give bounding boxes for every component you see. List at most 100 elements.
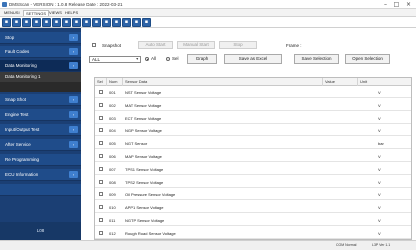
record-icon[interactable]: ▪ <box>52 18 61 27</box>
chevron-right-icon: › <box>69 34 78 41</box>
table-row[interactable]: 012 Rough Road Sensor Voltage V <box>95 228 411 239</box>
row-checkbox[interactable] <box>99 90 103 94</box>
version-label: L08 <box>36 228 45 233</box>
column-header-num[interactable]: Num <box>107 78 123 86</box>
table-row[interactable]: 004 NGP Sensor Voltage V <box>95 125 411 137</box>
exit-icon[interactable]: ▪ <box>142 18 151 27</box>
menu-tab-settings[interactable]: SETTINGS <box>23 10 50 16</box>
row-checkbox[interactable] <box>99 192 103 197</box>
sidebar-item-input-output-test[interactable]: Input/Output Test › <box>0 124 81 136</box>
cell-unit: bar <box>378 141 384 147</box>
chevron-down-icon: ▼ <box>135 57 139 61</box>
row-checkbox[interactable] <box>99 128 103 133</box>
filter-dropdown[interactable]: ALL ▼ <box>89 56 141 63</box>
sidebar-item-ecu-information[interactable]: ECU Information › <box>0 169 81 181</box>
row-checkbox[interactable] <box>99 154 103 158</box>
settings-icon[interactable]: ▪ <box>82 18 91 27</box>
table-row[interactable]: 011 NGTP Sensor Voltage V <box>95 215 411 226</box>
radio-sel[interactable] <box>166 57 170 61</box>
frame-label: Frame : <box>286 43 302 48</box>
info-icon[interactable]: ▪ <box>132 18 141 27</box>
cell-sensor-name: NGP Sensor Voltage <box>125 128 162 134</box>
snapshot-checkbox[interactable] <box>92 43 96 47</box>
cell-num: 001 <box>109 90 116 95</box>
table-row[interactable]: 002 MAT Sensor Voltage V <box>95 100 411 111</box>
row-checkbox[interactable] <box>99 166 103 171</box>
stop-button[interactable]: Stop <box>219 41 257 49</box>
sidebar-item-label: Input/Output Test <box>5 127 40 132</box>
manual-start-button[interactable]: Manual Start <box>177 41 215 49</box>
row-checkbox[interactable] <box>99 230 103 235</box>
column-header-sel[interactable]: Sel <box>95 78 107 86</box>
row-checkbox[interactable] <box>99 115 103 120</box>
export-icon[interactable]: ▪ <box>102 18 111 27</box>
sidebar-item-stop[interactable]: Stop › <box>0 32 81 44</box>
table-row[interactable]: 007 TPS1 Sensor Voltage V <box>95 164 411 175</box>
graph-button[interactable]: Graph <box>187 54 217 64</box>
minimize-button[interactable]: – <box>382 1 389 8</box>
menu-tab-helps[interactable]: HELPS <box>63 10 80 16</box>
sidebar-item-after-service[interactable]: After Service › <box>0 139 81 151</box>
refresh-icon[interactable]: ▪ <box>92 18 101 27</box>
table-row[interactable]: 005 NGT Sensor bar <box>95 138 411 150</box>
row-checkbox[interactable] <box>99 179 103 184</box>
save-as-excel-button[interactable]: Save as Excel <box>224 54 282 64</box>
main-content: Snapshot Auto Start Manual Start Stop Fr… <box>81 28 416 240</box>
sidebar-subitem-data-monitoring-1[interactable]: Data Monitoring 1 <box>0 72 81 82</box>
sidebar-item-empty[interactable] <box>0 184 81 196</box>
import-icon[interactable]: ▪ <box>112 18 121 27</box>
cell-sensor-name: Rough Road Sensor Voltage <box>125 230 176 236</box>
table-row[interactable]: 010 APP1 Sensor Voltage V <box>95 202 411 214</box>
sidebar-item-label: Fault Codes <box>5 49 30 54</box>
auto-start-button[interactable]: Auto Start <box>138 41 173 49</box>
open-icon[interactable]: ▪ <box>12 18 21 27</box>
radio-sel-label: Sel <box>172 56 179 61</box>
maximize-button[interactable]: □ <box>393 1 400 8</box>
grid-header: Sel Num Sensor Data Value Unit <box>95 78 411 86</box>
radio-all[interactable] <box>145 57 149 61</box>
table-row[interactable]: 003 ECT Sensor Voltage V <box>95 113 411 124</box>
cell-sensor-name: TPS2 Sensor Voltage <box>125 179 164 185</box>
open-selection-button[interactable]: Open Selection <box>345 54 390 64</box>
cell-num: 010 <box>109 205 116 211</box>
row-checkbox[interactable] <box>99 205 103 210</box>
column-header-unit[interactable]: Unit <box>358 78 411 86</box>
print-icon[interactable]: ▪ <box>22 18 31 27</box>
graph-icon[interactable]: ▪ <box>62 18 71 27</box>
close-button[interactable]: × <box>405 1 412 8</box>
sidebar-item-fault-codes[interactable]: Fault Codes › <box>0 46 81 58</box>
filter-icon[interactable]: ▪ <box>122 18 131 27</box>
cell-unit: V <box>378 218 381 223</box>
sidebar-item-data-monitoring[interactable]: Data Monitoring › <box>0 60 81 72</box>
app-icon <box>2 2 7 7</box>
cell-sensor-name: APP1 Sensor Voltage <box>125 205 164 211</box>
table-row[interactable]: 008 TPS2 Sensor Voltage V <box>95 177 411 188</box>
cell-sensor-name: TPS1 Sensor Voltage <box>125 166 164 172</box>
cell-unit: V <box>378 192 381 198</box>
connect-icon[interactable]: ▪ <box>32 18 41 27</box>
row-checkbox[interactable] <box>99 102 103 107</box>
chevron-right-icon: › <box>69 48 78 55</box>
sidebar-item-engine-test[interactable]: Engine Test › <box>0 109 81 121</box>
table-row[interactable]: 009 Oil Pressure Sensor Voltage V <box>95 189 411 201</box>
column-header-value[interactable]: Value <box>323 78 358 86</box>
disconnect-icon[interactable]: ▪ <box>42 18 51 27</box>
menu-tab-menus[interactable]: MENUSI <box>2 10 22 16</box>
cell-num: 005 <box>109 141 116 147</box>
table-row[interactable]: 006 MAP Sensor Voltage V <box>95 151 411 162</box>
row-checkbox[interactable] <box>99 141 103 146</box>
column-header-sensor-data[interactable]: Sensor Data <box>123 78 323 86</box>
save-selection-button[interactable]: Save Selection <box>294 54 339 64</box>
cell-unit: V <box>378 230 381 236</box>
save-icon[interactable]: ▪ <box>2 18 11 27</box>
sidebar-item-re-programming[interactable]: Re Programming <box>0 154 81 166</box>
table-row[interactable]: 001 NST Sensor Voltage V <box>95 87 411 98</box>
cell-num: 002 <box>109 102 116 108</box>
cell-unit: V <box>378 205 381 211</box>
sidebar-subitem-empty[interactable] <box>0 82 81 92</box>
menu-tab-views[interactable]: VIEWS <box>47 10 64 16</box>
table-icon[interactable]: ▪ <box>72 18 81 27</box>
sidebar-item-snap-shot[interactable]: Snap Shot › <box>0 94 81 106</box>
row-checkbox[interactable] <box>99 218 103 222</box>
cell-sensor-name: NGTP Sensor Voltage <box>125 218 165 223</box>
